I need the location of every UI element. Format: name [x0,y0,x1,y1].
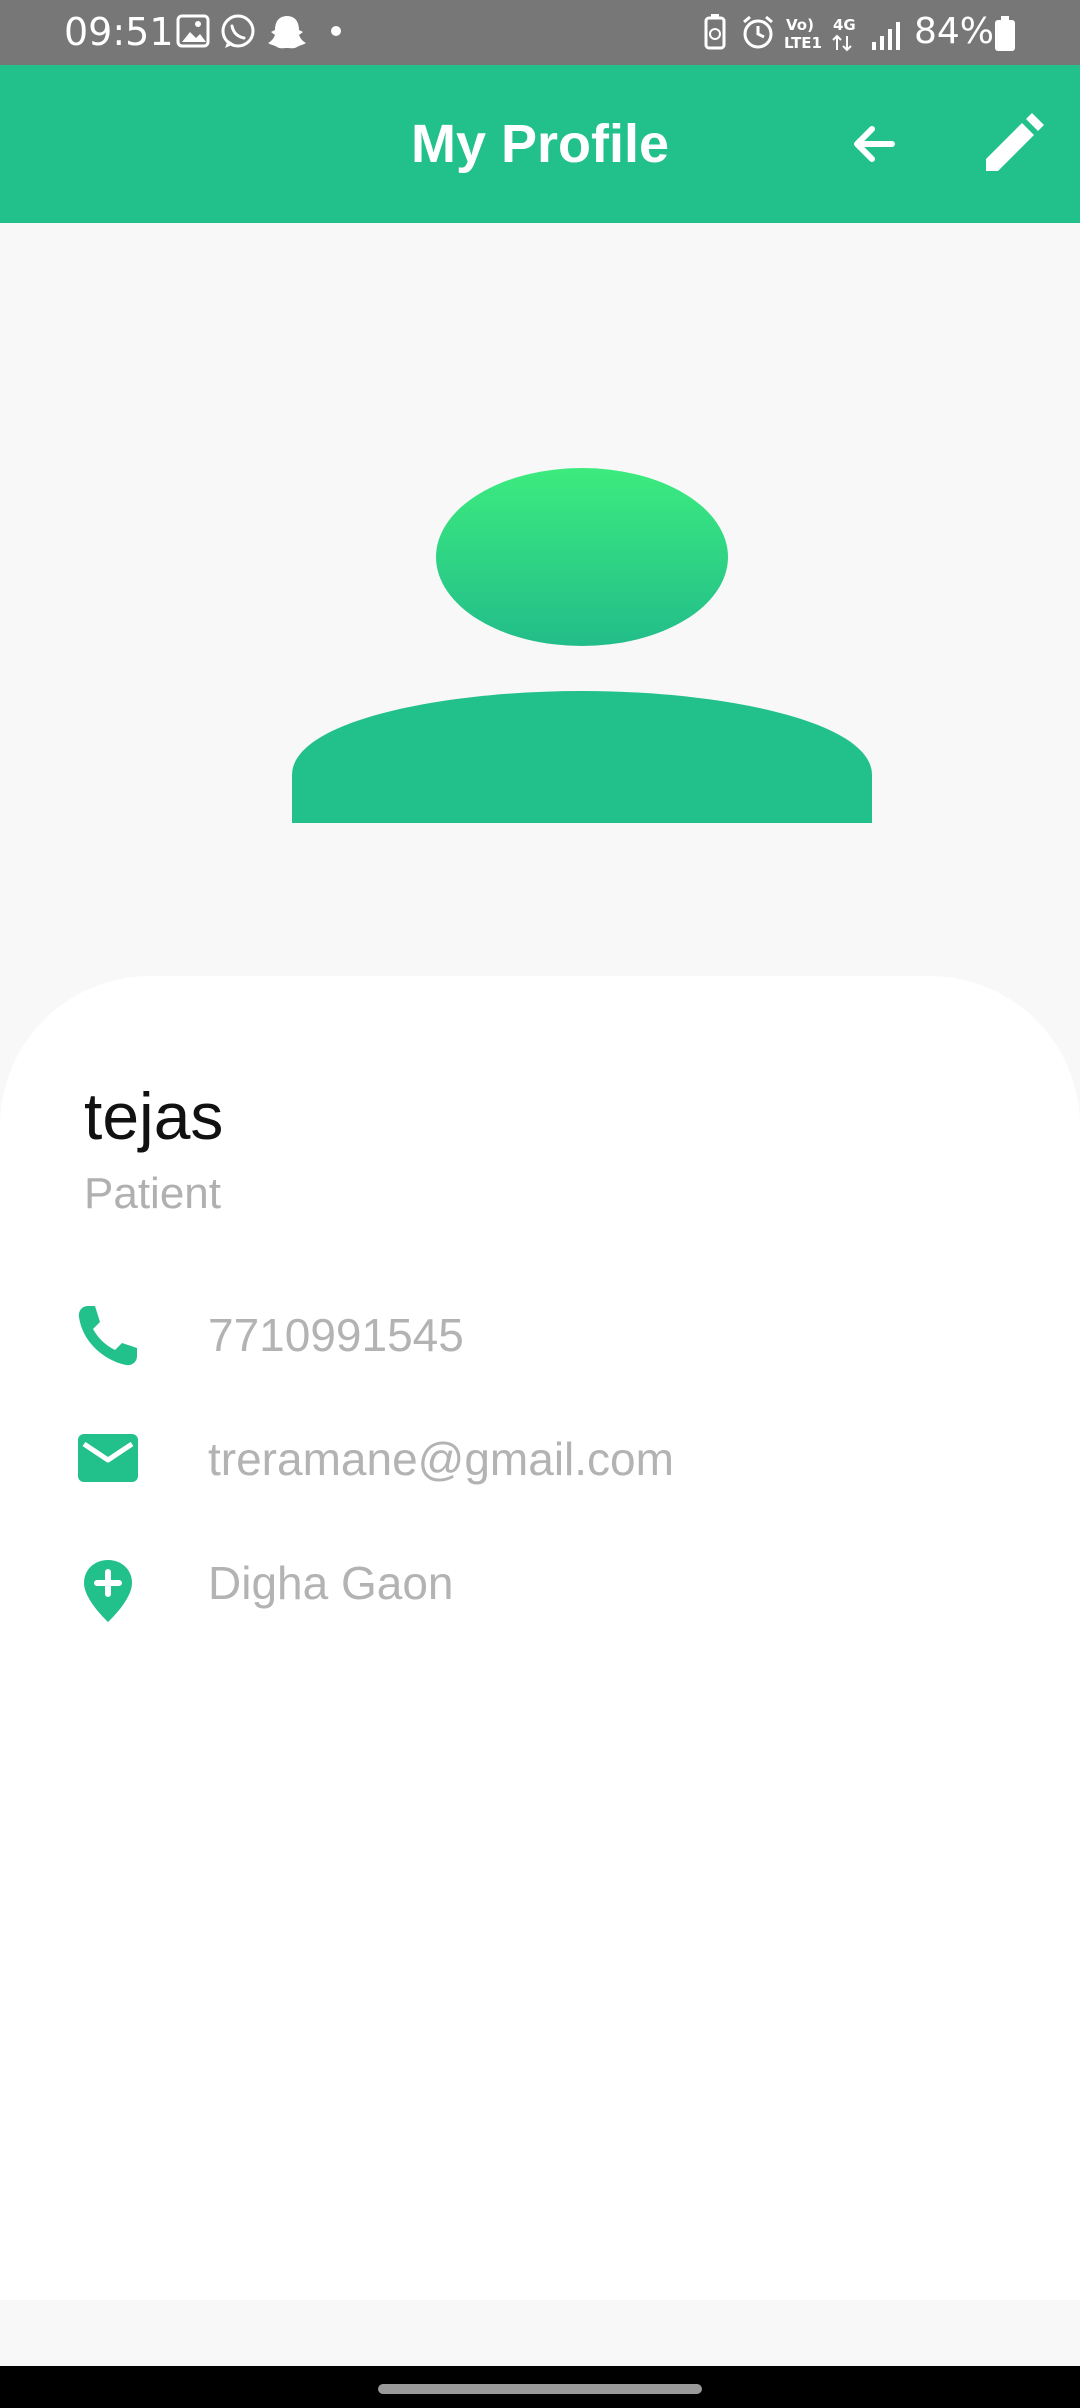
status-notification-icons [176,14,341,49]
location-pin-icon [84,1560,132,1622]
home-indicator[interactable] [378,2384,702,2394]
status-bar: 09:51 Vo) LTE1 4G 84% [0,0,1080,65]
back-button[interactable] [842,111,908,177]
network-type-text: 4G [833,16,856,34]
page-title: My Profile [410,114,670,174]
person-icon [292,468,872,823]
gallery-icon [176,14,210,48]
dot-icon [331,26,341,36]
status-system-icons: Vo) LTE1 4G [704,14,900,52]
battery-saver-icon [704,14,726,50]
profile-card: tejas Patient 7710991545 treramane@gmail… [0,976,1080,2300]
status-time: 09:51 [64,10,174,54]
bottom-strip [0,2300,1080,2366]
alarm-icon [743,15,773,49]
profile-role: Patient [84,1169,221,1218]
avatar-section [0,223,1080,983]
arrow-left-icon [854,126,895,162]
email-icon [78,1434,138,1482]
location-row[interactable]: Digha Gaon [0,1540,1080,1630]
phone-icon [78,1306,137,1366]
avatar [292,468,872,823]
app-bar: My Profile [0,65,1080,223]
signal-icon [872,22,900,50]
email-row[interactable]: treramane@gmail.com [0,1416,1080,1506]
volte-bottom-text: LTE1 [784,34,822,52]
email-address: treramane@gmail.com [208,1433,674,1485]
pencil-icon [986,113,1044,171]
profile-name: tejas [84,1079,224,1153]
volte-icon: Vo) LTE1 [784,16,822,52]
network-type-icon: 4G [832,16,856,52]
phone-number: 7710991545 [208,1309,464,1361]
battery-icon [995,16,1015,51]
location-text: Digha Gaon [208,1557,454,1609]
snapchat-icon [268,16,306,49]
whatsapp-icon [221,14,255,48]
battery-percent: 84% [914,11,995,52]
system-navigation-bar [0,2366,1080,2408]
phone-row[interactable]: 7710991545 [0,1292,1080,1382]
volte-top-text: Vo) [786,16,814,34]
edit-profile-button[interactable] [980,111,1046,177]
